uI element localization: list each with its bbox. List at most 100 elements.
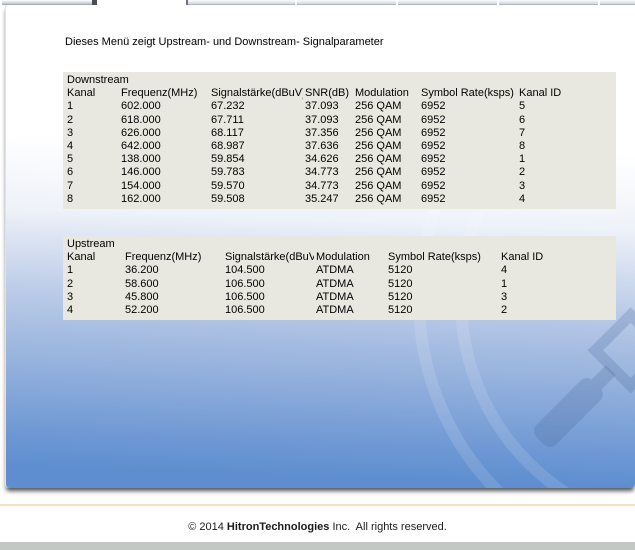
brand-name: Hitron [226, 521, 260, 533]
cell: 2 [519, 166, 526, 179]
column-header: Kanal [67, 87, 96, 100]
cell: 104.500 [225, 264, 265, 277]
cell: 34.773 [305, 166, 339, 179]
cell: 1 [67, 264, 74, 277]
cell: 106.500 [225, 304, 265, 317]
cell: 6952 [421, 100, 446, 113]
cell: 4 [501, 264, 508, 277]
cell: 34.773 [305, 179, 339, 192]
table-row: 1 36.200 104.500 ATDMA 5120 4 [65, 264, 616, 277]
cell: 1 [67, 100, 74, 113]
table-row: 8 162.000 59.508 35.247 256 QAM 6952 4 [65, 193, 616, 206]
cell: 256 QAM [355, 100, 402, 113]
cell: 7 [67, 179, 74, 192]
cell: ATDMA [316, 304, 354, 317]
cell: 67.711 [211, 113, 244, 126]
cell: 146.000 [121, 166, 161, 179]
cell: 6952 [421, 140, 446, 153]
cell: 4 [519, 192, 526, 205]
cell: 618.000 [121, 113, 161, 126]
cell: 59.783 [211, 166, 245, 179]
cell: 1 [501, 277, 508, 290]
cell: 5120 [388, 264, 413, 277]
cell: 37.093 [305, 100, 339, 113]
cell: 37.093 [305, 113, 339, 126]
cell: 3 [67, 126, 74, 139]
cell: 6952 [421, 166, 446, 179]
cell: 34.626 [305, 153, 339, 166]
cell: 626.000 [121, 126, 161, 139]
cable-tool-watermark-icon [533, 307, 635, 448]
table-row: 2 618.000 67.711 37.093 256 QAM 6952 6 [65, 114, 616, 127]
column-header: Modulation [355, 87, 409, 100]
cell: 59.508 [211, 192, 245, 205]
page-description: Dieses Menü zeigt Upstream- und Downstre… [65, 36, 384, 48]
cell: 3 [501, 290, 508, 303]
cell: 2 [67, 277, 74, 290]
cell: 52.200 [125, 304, 159, 317]
cell: 2 [67, 113, 74, 126]
column-header: Symbol Rate(ksps) [421, 87, 514, 100]
copyright-footer: © 2014 HitronTechnologies Inc. All right… [0, 521, 635, 533]
table-row: 4 52.200 106.500 ATDMA 5120 2 [65, 304, 616, 317]
cell: ATDMA [316, 277, 354, 290]
cell: 6952 [421, 179, 446, 192]
cell: 602.000 [121, 100, 161, 113]
table-row: 3 45.800 106.500 ATDMA 5120 3 [65, 291, 616, 304]
cell: 106.500 [225, 277, 265, 290]
cell: 45.800 [125, 290, 159, 303]
cell: 68.117 [211, 126, 244, 139]
cell: 37.636 [305, 140, 339, 153]
cell: 5120 [388, 304, 413, 317]
column-header: Kanal [67, 251, 96, 264]
cell: 5120 [388, 277, 413, 290]
cell: 5 [519, 100, 526, 113]
cell: 154.000 [121, 179, 161, 192]
cell: 4 [67, 140, 74, 153]
cell: 162.000 [121, 192, 161, 205]
copyright-suffix: Inc. All rights reserved. [329, 521, 447, 533]
cell: 6 [519, 113, 526, 126]
cell: 2 [501, 304, 508, 317]
copyright-prefix: © 2014 [188, 521, 227, 533]
cell: 6952 [421, 153, 446, 166]
cell: 256 QAM [355, 179, 402, 192]
column-header: Signalstärke(dBuV) [211, 87, 303, 100]
table-row: 5 138.000 59.854 34.626 256 QAM 6952 1 [65, 153, 616, 166]
upstream-title: Upstream [67, 238, 115, 250]
column-header: SNR(dB) [305, 87, 350, 100]
bottom-bar [0, 542, 635, 550]
table-row: 7 154.000 59.570 34.773 256 QAM 6952 3 [65, 180, 616, 193]
cell: 106.500 [225, 290, 265, 303]
cell: 138.000 [121, 153, 161, 166]
cell: 6952 [421, 192, 446, 205]
column-header: Signalstärke(dBuV) [225, 251, 314, 264]
header-row: Kanal Frequenz(MHz) Signalstärke(dBuV) SNR(… [65, 87, 616, 100]
cell: 3 [67, 290, 74, 303]
cell: 1 [519, 153, 526, 166]
header-row: Kanal Frequenz(MHz) Signalstärke(dBuV) Modu… [65, 251, 616, 264]
cell: 256 QAM [355, 192, 402, 205]
cell: 5 [67, 153, 74, 166]
upstream-table: Kanal Frequenz(MHz) Signalstärke(dBuV) Modu… [65, 251, 616, 317]
cell: 642.000 [121, 140, 161, 153]
cell: 6952 [421, 126, 446, 139]
cell: 256 QAM [355, 153, 402, 166]
cell: 256 QAM [355, 113, 402, 126]
cell: 5120 [388, 290, 413, 303]
column-header: Frequenz(MHz) [121, 87, 198, 100]
cell: 68.987 [211, 140, 245, 153]
cell: 59.854 [211, 153, 245, 166]
cell: 4 [67, 304, 74, 317]
cell: 37.356 [305, 126, 339, 139]
table-row: 6 146.000 59.783 34.773 256 QAM 6952 2 [65, 166, 616, 179]
cell: 36.200 [125, 264, 159, 277]
downstream-table-box: Downstream Kanal Frequenz(MHz) Signalstärk… [63, 72, 616, 210]
brand-name-rest: Technologies [259, 521, 330, 533]
cell: ATDMA [316, 264, 354, 277]
cell: 58.600 [125, 277, 159, 290]
cell: 256 QAM [355, 166, 402, 179]
downstream-title: Downstream [67, 74, 129, 86]
modem-status-page: Dieses Menü zeigt Upstream- und Downstre… [0, 0, 635, 550]
upstream-table-box: Upstream Kanal Frequenz(MHz) Signalstärke(… [63, 236, 616, 321]
